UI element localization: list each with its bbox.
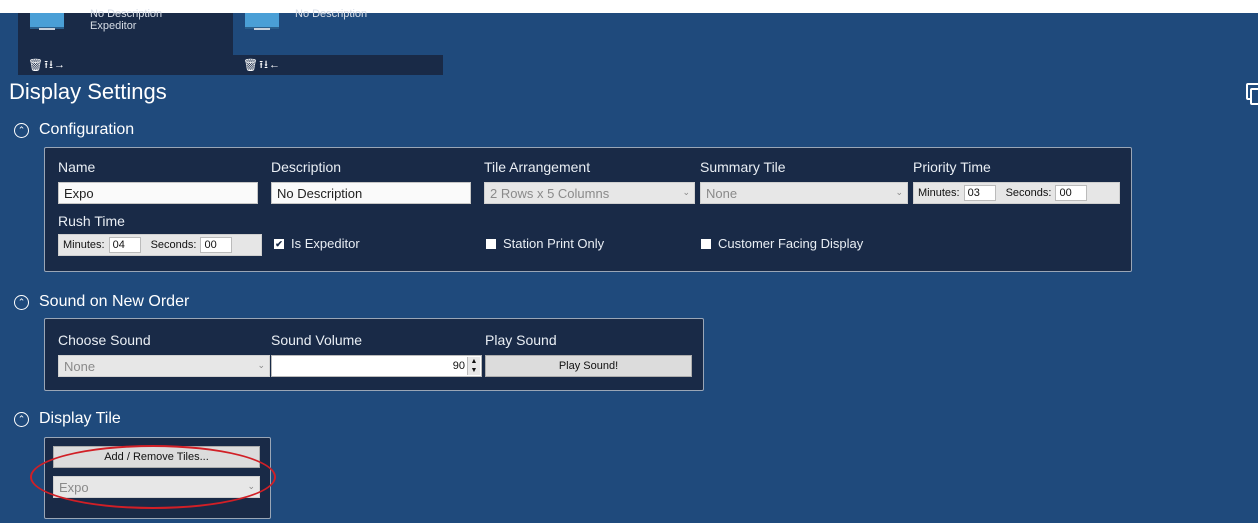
customer-facing-checkbox[interactable]: Customer Facing Display <box>701 236 863 251</box>
monitor-icon <box>30 13 64 33</box>
name-label: Name <box>58 159 96 175</box>
is-expeditor-label: Is Expeditor <box>291 236 360 251</box>
sound-panel: Choose Sound None ⌄ Sound Volume 90 ▲ ▼ P… <box>44 318 704 391</box>
checkbox-icon[interactable] <box>701 238 711 249</box>
play-sound-button[interactable]: Play Sound! <box>485 355 692 377</box>
section-title: Configuration <box>39 121 135 138</box>
seconds-label: Seconds: <box>150 239 197 251</box>
checkbox-checked-icon[interactable]: ✔ <box>274 238 284 249</box>
sound-volume-label: Sound Volume <box>271 332 363 348</box>
station-description: No Description <box>90 8 163 20</box>
monitor-icon <box>245 13 279 33</box>
station-card-expo[interactable]: No Description Expeditor 🗑 ⭱ ⭳ → <box>18 8 233 75</box>
sound-volume-value: 90 <box>452 360 465 372</box>
arrow-right-icon[interactable]: → <box>54 59 65 71</box>
is-expeditor-checkbox[interactable]: ✔ Is Expeditor <box>274 236 360 251</box>
section-display-tile-header[interactable]: ⌃ Display Tile <box>14 410 121 428</box>
download-icon[interactable]: ⭳ <box>264 59 268 71</box>
summary-tile-value: None <box>706 186 738 201</box>
priority-seconds-input[interactable]: 00 <box>1055 185 1088 201</box>
choose-sound-value: None <box>64 359 96 374</box>
arrow-left-icon[interactable]: ← <box>269 59 280 71</box>
chevron-down-icon: ⌄ <box>247 481 255 491</box>
rush-seconds-input[interactable]: 00 <box>200 237 233 253</box>
priority-time-label: Priority Time <box>913 159 991 175</box>
priority-time-field: Minutes: 03 Seconds: 00 <box>913 182 1120 204</box>
tile-arrangement-value: 2 Rows x 5 Columns <box>490 186 610 201</box>
station-type: Expeditor <box>90 20 137 32</box>
station-description: No Description <box>295 8 368 20</box>
station-print-only-checkbox[interactable]: Station Print Only <box>486 236 604 251</box>
rush-time-field: Minutes: 04 Seconds: 00 <box>58 234 262 256</box>
chevron-down-icon: ⌄ <box>682 187 690 197</box>
display-tile-panel: Add / Remove Tiles... Expo ⌄ <box>44 437 271 519</box>
choose-sound-select[interactable]: None ⌄ <box>58 355 270 377</box>
rush-time-label: Rush Time <box>58 213 125 229</box>
name-input[interactable]: Expo <box>58 182 258 204</box>
customer-facing-label: Customer Facing Display <box>718 236 864 251</box>
upload-icon[interactable]: ⭱ <box>259 59 263 71</box>
collapse-chevron-icon[interactable]: ⌃ <box>14 294 29 310</box>
collapse-chevron-icon[interactable]: ⌃ <box>14 411 29 427</box>
rush-minutes-input[interactable]: 04 <box>108 237 141 253</box>
priority-minutes-input[interactable]: 03 <box>963 185 996 201</box>
configuration-panel: Name Expo Description No Description Til… <box>44 147 1132 272</box>
app-window: No Description Expeditor 🗑 ⭱ ⭳ → No Desc… <box>0 8 1258 523</box>
chevron-down-icon: ⌄ <box>895 187 903 197</box>
section-title: Sound on New Order <box>39 293 190 310</box>
tile-select[interactable]: Expo ⌄ <box>53 476 260 498</box>
description-label: Description <box>271 159 342 175</box>
station-toolbar: 🗑 ⭱ ⭳ ← <box>233 55 443 75</box>
tile-arrangement-label: Tile Arrangement <box>484 159 591 175</box>
add-remove-tiles-button[interactable]: Add / Remove Tiles... <box>53 446 260 468</box>
chevron-down-icon: ⌄ <box>257 360 265 370</box>
minutes-label: Minutes: <box>918 187 960 199</box>
sound-volume-stepper[interactable]: 90 ▲ ▼ <box>271 355 482 377</box>
copy-icon[interactable] <box>1244 83 1258 105</box>
trash-icon[interactable]: 🗑 <box>28 59 43 71</box>
upload-icon[interactable]: ⭱ <box>44 59 48 71</box>
collapse-chevron-icon[interactable]: ⌃ <box>14 122 29 138</box>
station-print-only-label: Station Print Only <box>503 236 605 251</box>
station-toolbar: 🗑 ⭱ ⭳ → <box>18 55 233 75</box>
minutes-label: Minutes: <box>63 239 105 251</box>
tile-select-value: Expo <box>59 480 89 495</box>
tile-arrangement-select[interactable]: 2 Rows x 5 Columns ⌄ <box>484 182 695 204</box>
description-input[interactable]: No Description <box>271 182 471 204</box>
section-title: Display Tile <box>39 410 121 427</box>
download-icon[interactable]: ⭳ <box>49 59 53 71</box>
station-card-2[interactable]: No Description 🗑 ⭱ ⭳ ← <box>233 8 443 75</box>
seconds-label: Seconds: <box>1005 187 1052 199</box>
trash-icon[interactable]: 🗑 <box>243 59 258 71</box>
checkbox-icon[interactable] <box>486 238 496 249</box>
play-sound-label: Play Sound <box>485 332 557 348</box>
summary-tile-select[interactable]: None ⌄ <box>700 182 908 204</box>
page-title: Display Settings <box>9 79 167 104</box>
summary-tile-label: Summary Tile <box>700 159 786 175</box>
choose-sound-label: Choose Sound <box>58 332 151 348</box>
section-sound-header[interactable]: ⌃ Sound on New Order <box>14 293 189 311</box>
section-configuration-header[interactable]: ⌃ Configuration <box>14 121 134 139</box>
stepper-arrows-icon[interactable]: ▲ ▼ <box>467 357 480 375</box>
